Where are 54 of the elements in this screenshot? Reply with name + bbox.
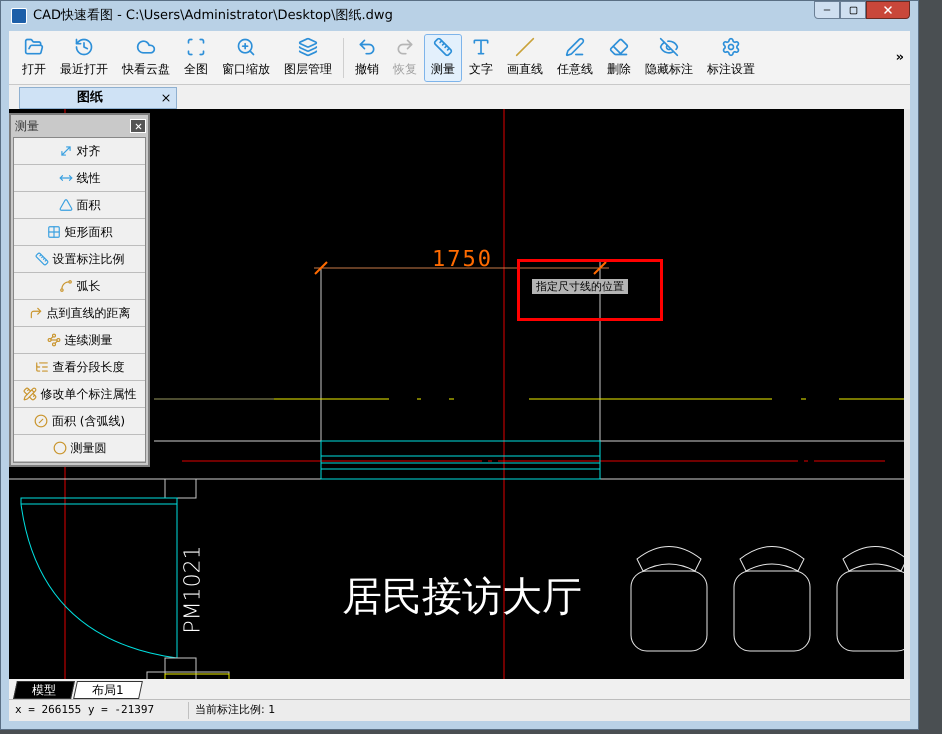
cursor-coordinates: x = 266155 y = -21397 — [9, 702, 189, 719]
fit-icon — [186, 37, 206, 57]
arc-icon — [58, 279, 72, 293]
toolbar-button[interactable]: 快看云盘 — [115, 34, 177, 82]
toolbar-button[interactable]: 文字 — [462, 34, 500, 82]
cursor-tooltip: 指定尺寸线的位置 — [532, 279, 628, 294]
maximize-button[interactable] — [840, 1, 866, 19]
toolbar-button[interactable]: 撤销 — [348, 34, 386, 82]
close-button[interactable] — [866, 1, 910, 19]
toolbar-button[interactable]: 测量 — [424, 34, 462, 82]
text-icon — [471, 37, 491, 57]
toolbar-button[interactable]: 窗口缩放 — [215, 34, 277, 82]
edit-icon — [22, 387, 36, 401]
toolbar-button[interactable]: 隐藏标注 — [638, 34, 700, 82]
window-title: CAD快速看图 - C:\Users\Administrator\Desktop\图纸.dwg — [33, 7, 393, 26]
eye-off-icon — [659, 37, 679, 57]
toolbar-button[interactable]: 任意线 — [550, 34, 600, 82]
toolbar-button[interactable]: 图层管理 — [277, 34, 339, 82]
panel-title: 测量 — [15, 118, 39, 135]
more-tools-button[interactable]: » — [896, 48, 904, 68]
toolbar-button[interactable]: 标注设置 — [700, 34, 762, 82]
document-tab[interactable]: 图纸 — [19, 87, 177, 109]
close-icon — [882, 4, 894, 16]
close-icon — [134, 122, 142, 130]
polyline-icon — [46, 333, 60, 347]
maximize-icon — [848, 6, 858, 14]
app-logo-icon — [11, 8, 27, 24]
dimension-value: 1750 — [432, 246, 493, 274]
folder-icon — [24, 37, 44, 57]
toolbar-button[interactable]: 画直线 — [500, 34, 550, 82]
history-icon — [74, 37, 94, 57]
toolbar-button[interactable]: 删除 — [600, 34, 638, 82]
eraser-icon — [609, 37, 629, 57]
close-tab-icon[interactable] — [160, 92, 172, 104]
toolbar-button[interactable]: 全图 — [177, 34, 215, 82]
circle-icon — [52, 441, 66, 455]
layout-tab[interactable]: 布局1 — [73, 681, 143, 699]
annotation-scale: 当前标注比例: 1 — [194, 702, 276, 718]
zoom-icon — [236, 37, 256, 57]
redo-icon — [395, 37, 415, 57]
undo-icon — [357, 37, 377, 57]
diagonal-arrow-icon — [58, 144, 72, 158]
door-label: PM1021 — [180, 544, 206, 634]
settings-icon — [721, 37, 741, 57]
layers-icon — [298, 37, 318, 57]
line-icon — [515, 37, 535, 57]
vertical-scrollbar[interactable] — [904, 109, 910, 679]
triangle-icon — [58, 198, 72, 212]
ruler-icon — [433, 37, 453, 57]
toolbar-button[interactable]: 最近打开 — [53, 34, 115, 82]
toolbar-button[interactable]: 打开 — [15, 34, 53, 82]
layout-tab[interactable]: 模型 — [13, 681, 75, 699]
pen-icon — [565, 37, 585, 57]
ruler-icon — [34, 252, 48, 266]
